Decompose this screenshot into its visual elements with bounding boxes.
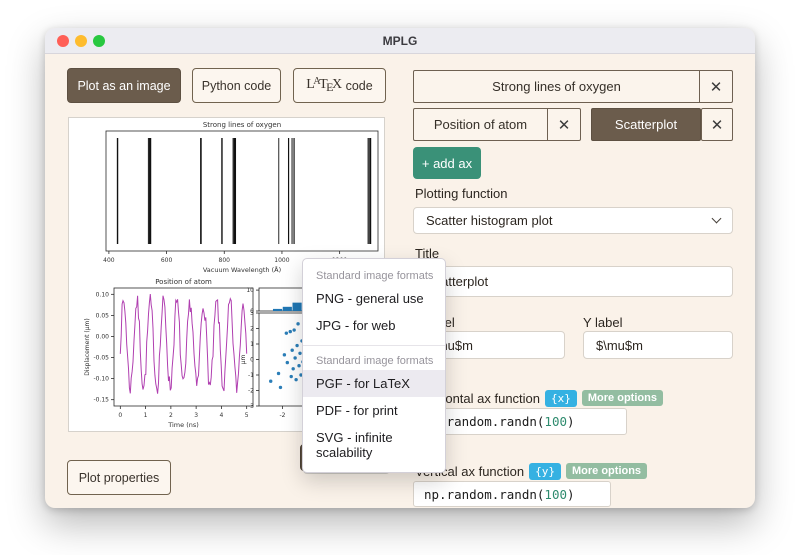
- code-number: 100: [544, 414, 567, 429]
- latex-code-button[interactable]: LATEX code: [293, 68, 386, 103]
- title-input[interactable]: [413, 266, 733, 297]
- menu-section-header: Standard image formats: [316, 355, 434, 367]
- latex-code-label: code: [345, 78, 373, 93]
- code-text: np.random.randn(: [424, 486, 545, 502]
- menu-item-png[interactable]: PNG - general use: [303, 285, 445, 312]
- menu-item-svg[interactable]: SVG - infinite scalability: [303, 424, 445, 466]
- latex-logo: LATEX: [306, 76, 342, 94]
- menu-divider: [303, 345, 445, 346]
- ax-tab-label: Position of atom: [433, 117, 528, 132]
- svg-text:400: 400: [103, 257, 115, 264]
- svg-text:2: 2: [169, 412, 173, 419]
- code-text: ): [567, 486, 575, 502]
- plot-as-image-button[interactable]: Plot as an image: [67, 68, 181, 103]
- close-ax-scatterplot-icon[interactable]: ✕: [701, 108, 733, 141]
- ax-tab-label: Scatterplot: [614, 117, 678, 132]
- x-variable-badge: {x}: [545, 389, 577, 407]
- svg-text:-2: -2: [248, 388, 254, 395]
- ax-tab-label: Strong lines of oxygen: [492, 79, 621, 94]
- svg-text:3: 3: [250, 310, 254, 317]
- window-title: MPLG: [382, 34, 418, 48]
- svg-text:-3: -3: [248, 403, 254, 410]
- y-label-field-label: Y label: [583, 315, 623, 330]
- menu-item-pgf[interactable]: PGF - for LaTeX: [303, 370, 445, 397]
- plotting-function-select[interactable]: Scatter histogram plot: [413, 207, 733, 234]
- vertical-more-options-button[interactable]: More options: [566, 463, 648, 479]
- menu-item-pdf[interactable]: PDF - for print: [303, 397, 445, 424]
- y-variable-badge: {y}: [529, 462, 561, 480]
- svg-text:4: 4: [219, 412, 223, 419]
- plotting-function-value: Scatter histogram plot: [426, 213, 553, 228]
- svg-text:-0.05: -0.05: [93, 355, 109, 362]
- export-menu: Standard image formats PNG - general use J…: [302, 258, 446, 473]
- ax-tab-scatterplot[interactable]: Scatterplot: [591, 108, 701, 141]
- svg-text:0: 0: [118, 412, 122, 419]
- svg-text:Time (ns): Time (ns): [167, 421, 199, 429]
- svg-text:800: 800: [219, 257, 231, 264]
- svg-text:μm: μm: [240, 355, 247, 365]
- svg-text:10: 10: [246, 287, 254, 294]
- svg-text:Strong lines of oxygen: Strong lines of oxygen: [203, 121, 281, 129]
- svg-text:0.05: 0.05: [96, 312, 110, 319]
- svg-text:1: 1: [250, 341, 254, 348]
- svg-text:2: 2: [250, 326, 254, 333]
- svg-text:0.00: 0.00: [96, 333, 110, 340]
- ax-tab-strong-lines[interactable]: Strong lines of oxygen ✕: [413, 70, 733, 103]
- svg-text:Vacuum Wavelength (Å): Vacuum Wavelength (Å): [203, 265, 281, 274]
- python-code-button[interactable]: Python code: [192, 68, 281, 103]
- ax-tab-position-of-atom[interactable]: Position of atom ✕: [413, 108, 581, 141]
- svg-text:-0.10: -0.10: [93, 376, 109, 383]
- svg-text:-0.15: -0.15: [93, 397, 109, 404]
- add-ax-button[interactable]: + add ax: [413, 147, 481, 179]
- plot-properties-button[interactable]: Plot properties: [67, 460, 171, 495]
- svg-text:Displacement (μm): Displacement (μm): [84, 318, 91, 376]
- svg-text:5: 5: [245, 412, 249, 419]
- menu-section-header: Standard image formats: [316, 270, 434, 282]
- svg-text:3: 3: [194, 412, 198, 419]
- vertical-fn-input[interactable]: np.random.randn(100): [413, 481, 611, 507]
- svg-text:Position of atom: Position of atom: [155, 278, 212, 286]
- code-text: ): [567, 414, 575, 429]
- svg-text:0: 0: [250, 357, 254, 364]
- plot-properties-label: Plot properties: [78, 470, 160, 485]
- python-code-label: Python code: [201, 78, 272, 93]
- horizontal-fn-row: Horizontal ax function {x} More options: [415, 389, 735, 407]
- svg-text:-1: -1: [248, 372, 254, 379]
- svg-text:-2: -2: [279, 412, 285, 419]
- y-label-input[interactable]: [583, 331, 733, 359]
- add-ax-label: + add ax: [421, 155, 473, 171]
- svg-text:1: 1: [144, 412, 148, 419]
- horizontal-more-options-button[interactable]: More options: [581, 390, 663, 406]
- code-number: 100: [544, 486, 567, 502]
- chevron-down-icon: [711, 213, 722, 224]
- app-window: MPLG Plot as an image Python code LATEX …: [45, 28, 755, 508]
- svg-text:0.10: 0.10: [96, 291, 110, 298]
- titlebar: MPLG: [45, 28, 755, 54]
- vertical-fn-row: Vertical ax function {y} More options: [415, 462, 735, 480]
- svg-text:600: 600: [161, 257, 173, 264]
- menu-item-jpg[interactable]: JPG - for web: [303, 312, 445, 339]
- svg-text:1000: 1000: [274, 257, 289, 264]
- close-ax-icon[interactable]: ✕: [699, 71, 732, 102]
- plotting-function-label: Plotting function: [415, 186, 508, 201]
- plot-as-image-label: Plot as an image: [77, 78, 171, 93]
- close-ax-icon[interactable]: ✕: [547, 109, 580, 140]
